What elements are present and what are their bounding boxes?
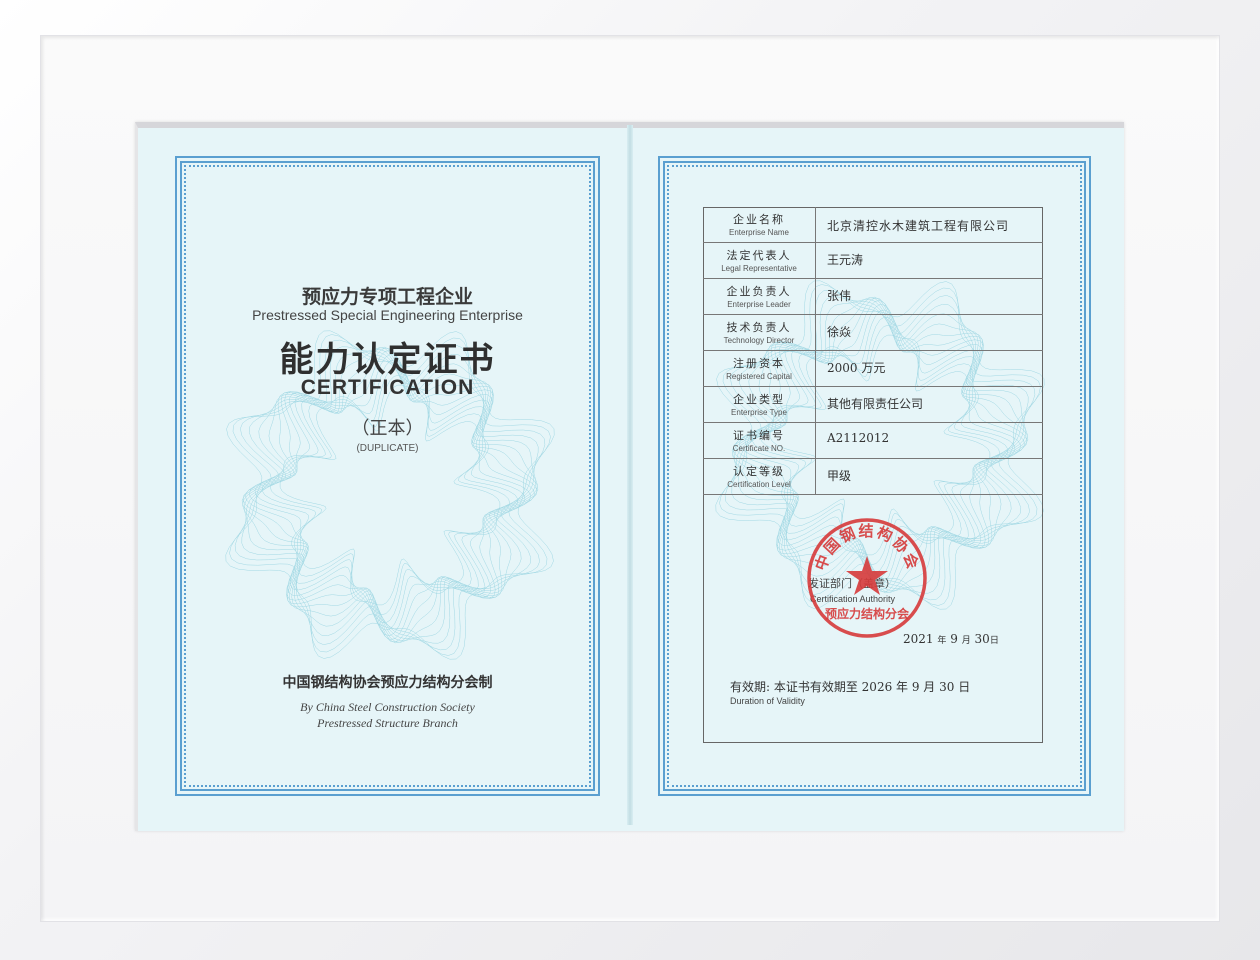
enterprise-type-value: 其他有限责任公司: [827, 397, 924, 411]
enterprise-leader-value: 张伟: [827, 289, 852, 303]
row-label: 企业负责人 Enterprise Leader: [703, 279, 816, 314]
table-row: 法定代表人 Legal Representative 王元涛: [703, 243, 1043, 279]
issue-month: 9: [950, 632, 958, 646]
label-en: Technology Director: [723, 336, 795, 345]
technology-director-value: 徐焱: [827, 325, 852, 339]
label-en: Enterprise Leader: [727, 300, 791, 309]
registered-capital-value: 2000 万元: [827, 361, 886, 375]
enterprise-category-en: Prestressed Special Engineering Enterpri…: [252, 307, 523, 323]
row-label: 企业类型 Enterprise Type: [703, 387, 816, 422]
label-en: Enterprise Name: [728, 228, 790, 237]
label-cn: 企业类型: [733, 393, 785, 406]
table-row: 注册资本 Registered Capital 2000 万元: [703, 351, 1043, 387]
certificate-spine: [627, 125, 633, 825]
table-row: 企业负责人 Enterprise Leader 张伟: [703, 279, 1043, 315]
issue-day: 30: [974, 632, 990, 646]
certificate-heading-cn: 能力认定证书: [279, 340, 496, 380]
official-seal: 中国钢结构协会 预应力结构分会: [807, 518, 927, 638]
issuer-cn: 中国钢结构协会预应力结构分会制: [282, 675, 493, 691]
table-row: 认定等级 Certification Level 甲级: [703, 459, 1043, 495]
row-label: 法定代表人 Legal Representative: [703, 243, 816, 278]
day-unit: 日: [989, 636, 999, 646]
copy-type-cn: （正本）: [351, 418, 424, 439]
copy-type-en: (DUPLICATE): [356, 443, 419, 454]
table-row: 企业类型 Enterprise Type 其他有限责任公司: [703, 387, 1043, 423]
svg-text:预应力结构分会: 预应力结构分会: [825, 606, 910, 621]
enterprise-name-value: 北京清控水木建筑工程有限公司: [827, 219, 1010, 233]
validity-cn: 有效期: 本证书有效期至 2026 年 9 月 30 日: [730, 680, 971, 694]
label-en: Enterprise Type: [731, 408, 787, 417]
month-unit: 月: [961, 636, 971, 646]
year-unit: 年: [937, 636, 947, 646]
table-row: 技术负责人 Technology Director 徐焱: [703, 315, 1043, 351]
label-cn: 企业名称: [733, 213, 785, 226]
label-cn: 企业负责人: [726, 285, 792, 298]
issue-year: 2021: [903, 632, 934, 646]
issue-date: 2021 年 9 月 30日: [903, 632, 999, 646]
row-label: 企业名称 Enterprise Name: [703, 207, 816, 242]
certificate-number-value: A2112012: [827, 431, 890, 445]
label-en: Legal Representative: [721, 264, 797, 273]
validity-en: Duration of Validity: [730, 696, 805, 706]
enterprise-category-cn: 预应力专项工程企业: [301, 286, 473, 308]
certificate-heading-en: CERTIFICATION: [300, 376, 475, 399]
row-label: 注册资本 Registered Capital: [703, 351, 816, 386]
label-en: Certificate NO.: [732, 444, 786, 453]
label-cn: 认定等级: [733, 465, 785, 478]
label-cn: 技术负责人: [726, 321, 792, 334]
row-label: 技术负责人 Technology Director: [703, 315, 816, 350]
certification-level-value: 甲级: [827, 469, 852, 483]
table-row: 企业名称 Enterprise Name 北京清控水木建筑工程有限公司: [703, 207, 1043, 243]
row-label: 认定等级 Certification Level: [703, 459, 816, 494]
label-en: Registered Capital: [726, 372, 792, 381]
table-row: 证书编号 Certificate NO. A2112012: [703, 423, 1043, 459]
label-cn: 证书编号: [733, 429, 785, 442]
label-en: Certification Level: [727, 480, 791, 489]
label-cn: 注册资本: [733, 357, 785, 370]
label-cn: 法定代表人: [726, 249, 792, 262]
issuer-en-line1: By China Steel Construction Society: [300, 700, 475, 714]
legal-representative-value: 王元涛: [827, 253, 864, 267]
issuer-en-line2: Prestressed Structure Branch: [317, 716, 458, 730]
row-label: 证书编号 Certificate NO.: [703, 423, 816, 458]
